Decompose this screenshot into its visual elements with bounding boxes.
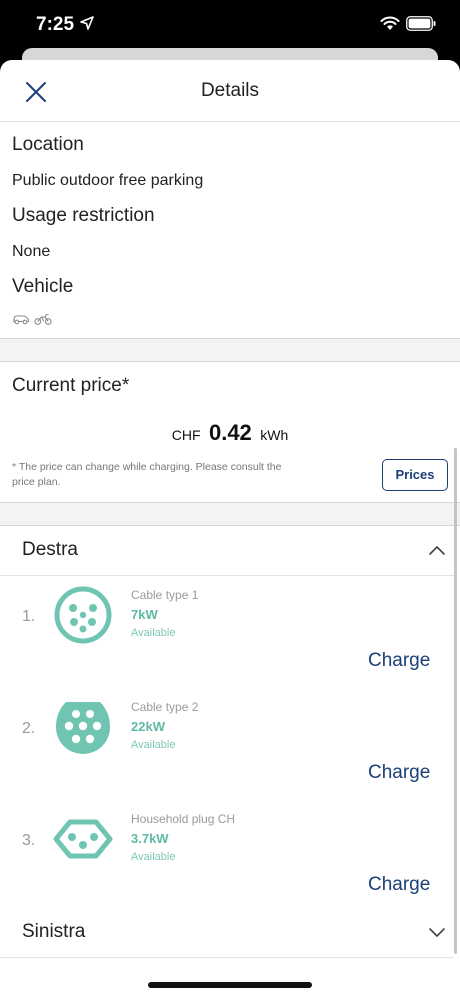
charge-button[interactable]: Charge xyxy=(368,874,430,896)
price-currency: CHF xyxy=(171,427,201,443)
charge-button[interactable]: Charge xyxy=(368,762,430,784)
status-bar: 7:25 xyxy=(0,0,460,50)
location-value: Public outdoor free parking xyxy=(12,172,204,189)
chevron-down-icon xyxy=(429,928,445,937)
price-unit: kWh xyxy=(260,427,289,443)
vehicle-icons xyxy=(12,312,54,328)
divider xyxy=(0,575,454,576)
connector-index: 1. xyxy=(22,608,36,625)
prices-button[interactable]: Prices xyxy=(382,459,448,491)
section-header-sinistra[interactable]: Sinistra xyxy=(0,908,454,958)
connector-item: 2. Cable type 2 22kW Available Charge xyxy=(0,696,454,808)
divider xyxy=(0,957,454,958)
charge-button[interactable]: Charge xyxy=(368,650,430,672)
connector-type: Household plug CH xyxy=(131,812,236,826)
car-icon xyxy=(12,315,30,325)
connector-item: 3. Household plug CH 3.7kW Available Cha… xyxy=(0,808,454,920)
section-separator xyxy=(0,502,460,526)
wifi-icon xyxy=(380,16,400,30)
page-title: Details xyxy=(200,80,260,101)
connector-type: Cable type 1 xyxy=(131,588,199,602)
usage-restriction-label: Usage restriction xyxy=(12,205,155,226)
connector-power: 22kW xyxy=(131,719,165,734)
connector-power: 7kW xyxy=(131,607,158,622)
section-title: Destra xyxy=(22,539,78,560)
type1-plug-icon xyxy=(54,586,112,644)
connector-status: Available xyxy=(131,627,176,639)
home-indicator xyxy=(148,982,312,988)
location-label: Location xyxy=(12,134,84,155)
price-note: * The price can change while charging. P… xyxy=(12,461,282,488)
location-arrow-icon xyxy=(80,16,94,30)
price-display: CHF 0.42 kWh xyxy=(0,420,460,446)
connector-status: Available xyxy=(131,739,176,751)
connector-type: Cable type 2 xyxy=(131,700,199,714)
chevron-up-icon xyxy=(429,546,445,555)
vehicle-label: Vehicle xyxy=(12,276,74,297)
section-header-destra[interactable]: Destra xyxy=(0,526,454,576)
type2-plug-icon xyxy=(56,702,110,754)
usage-restriction-value: None xyxy=(12,243,51,260)
household-plug-icon xyxy=(53,819,113,859)
motorbike-icon xyxy=(34,313,52,325)
details-modal: Details Location Public outdoor free par… xyxy=(0,60,460,996)
connector-item: 1. Cable type 1 7kW Available Charge xyxy=(0,584,454,696)
connector-status: Available xyxy=(131,851,176,863)
price-amount: 0.42 xyxy=(208,420,252,445)
status-time: 7:25 xyxy=(36,14,75,35)
connector-index: 3. xyxy=(22,832,36,849)
scrollbar[interactable] xyxy=(454,448,457,954)
modal-header: Details xyxy=(0,60,460,122)
section-title: Sinistra xyxy=(22,921,86,942)
connector-power: 3.7kW xyxy=(131,831,169,846)
battery-icon xyxy=(406,16,436,31)
connector-index: 2. xyxy=(22,720,36,737)
section-separator xyxy=(0,338,460,362)
current-price-label: Current price* xyxy=(12,375,130,396)
